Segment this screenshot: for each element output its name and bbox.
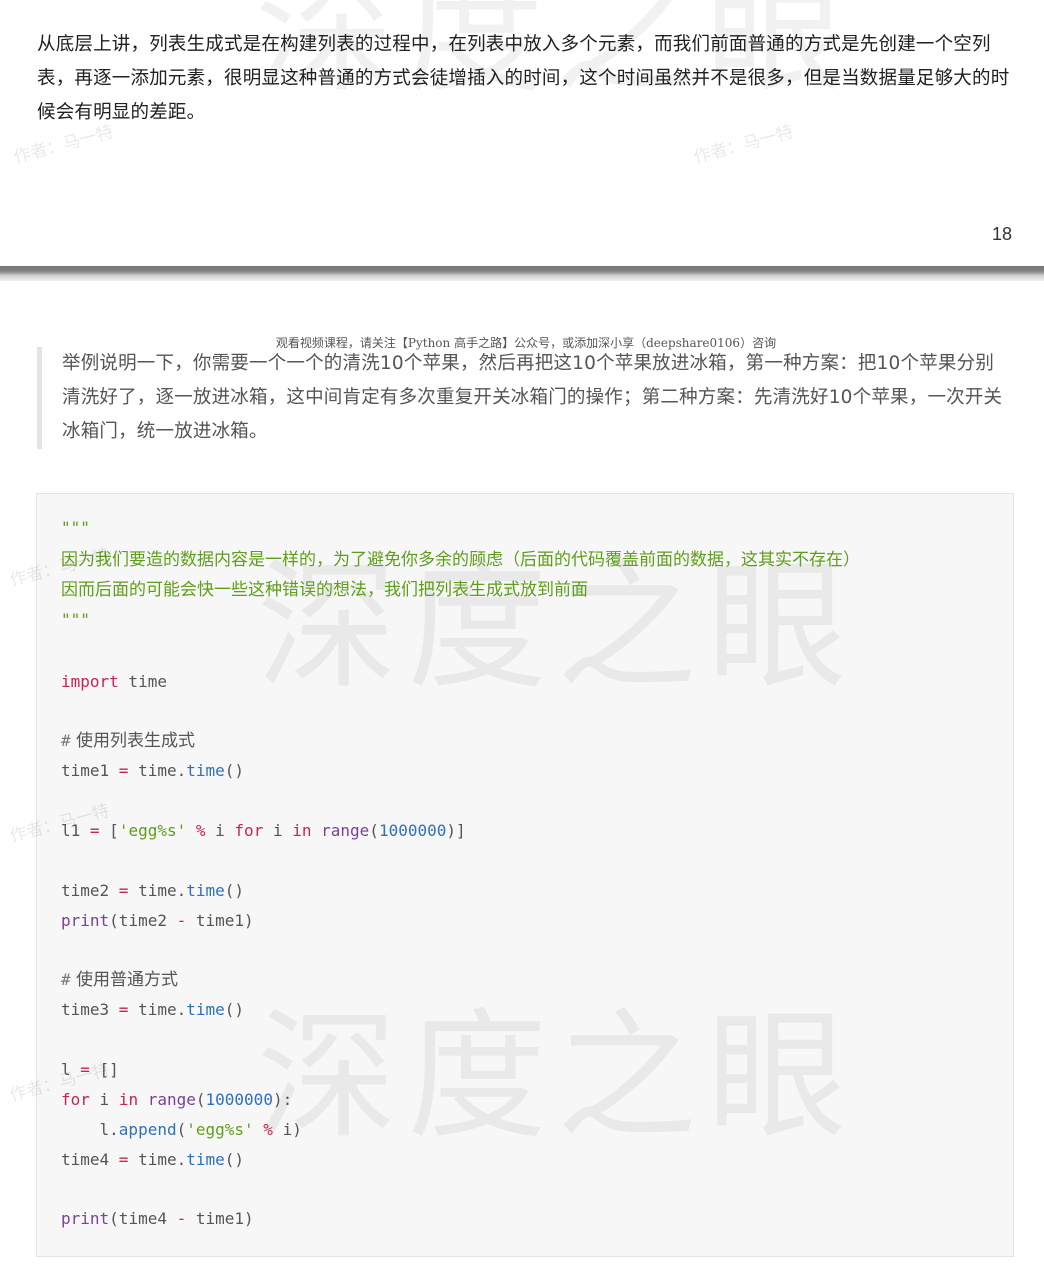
builtin: range (138, 1090, 196, 1109)
code-text: (time2 (109, 911, 177, 930)
keyword: for (234, 821, 264, 840)
code-line: time3 = time.time() (61, 995, 244, 1025)
code-text: time. (128, 761, 187, 780)
keyword: import (61, 672, 119, 691)
code-line: time1 = time.time() (61, 756, 244, 786)
code-text: i) (272, 1120, 302, 1139)
code-line: l1 = ['egg%s' % i for i in range(1000000… (61, 816, 466, 846)
code-text: time1 (61, 761, 119, 780)
code-line: """ (61, 605, 90, 635)
code-text: () (224, 761, 245, 780)
builtin: range (311, 821, 370, 840)
operator: = (118, 761, 129, 780)
code-line: l.append('egg%s' % i) (61, 1115, 302, 1145)
docstring-line: 因为我们要造的数据内容是一样的，为了避免你多余的顾虑（后面的代码覆盖前面的数据，… (61, 550, 860, 570)
operator: - (176, 1209, 187, 1228)
code-block: 深度之眼 深度之眼 """ 因为我们要造的数据内容是一样的，为了避免你多余的顾虑… (36, 493, 1014, 1257)
page-divider (0, 266, 1044, 281)
code-text: (time4 (109, 1209, 177, 1228)
code-text: ( (369, 821, 379, 840)
body-paragraph: 从底层上讲，列表生成式是在构建列表的过程中，在列表中放入多个元素，而我们前面普通… (37, 34, 1010, 123)
code-text: time2 (61, 881, 119, 900)
page-top: 深度之眼 作者：马一特 作者：马一特 从底层上讲，列表生成式是在构建列表的过程中… (0, 0, 1044, 266)
keyword: in (292, 821, 312, 840)
code-text: time3 (61, 1000, 119, 1019)
operator: = (89, 821, 100, 840)
page-bottom: 观看视频课程，请关注【Python 高手之路】公众号，或添加深小享（deepsh… (0, 281, 1044, 1282)
string-literal: 'egg%s' (186, 1120, 254, 1139)
code-line: """ (61, 513, 90, 543)
docstring-open: """ (61, 518, 90, 537)
operator: = (118, 1150, 129, 1169)
code-line: l = [] (61, 1055, 119, 1085)
code-text: i (263, 821, 293, 840)
keyword: for (61, 1090, 90, 1109)
code-line: time4 = time.time() (61, 1145, 244, 1175)
function-name: time (186, 1150, 225, 1169)
code-text: ( (195, 1090, 206, 1109)
docstring-line: 因而后面的可能会快一些这种错误的想法，我们把列表生成式放到前面 (61, 580, 588, 600)
code-line: print(time2 - time1) (61, 906, 254, 936)
builtin: print (61, 911, 110, 930)
code-text: l1 (61, 821, 90, 840)
operator: - (176, 911, 187, 930)
code-text: ): (272, 1090, 293, 1109)
code-text: l (61, 1060, 81, 1079)
code-text: time4 (61, 1150, 119, 1169)
code-text: time. (128, 1150, 187, 1169)
number-literal: 1000000 (378, 821, 447, 840)
code-text: time. (128, 1000, 187, 1019)
code-text: [ (99, 821, 119, 840)
quote-text: 举例说明一下，你需要一个一个的清洗10个苹果，然后再把这10个苹果放进冰箱，第一… (62, 353, 1003, 442)
code-text: [] (89, 1060, 119, 1079)
keyword: in (118, 1090, 139, 1109)
builtin: print (61, 1209, 110, 1228)
operator: % (186, 821, 206, 840)
code-line: time2 = time.time() (61, 876, 244, 906)
code-line: import time (61, 667, 167, 697)
operator: = (118, 1000, 129, 1019)
watermark-code-2: 深度之眼 (257, 996, 858, 1159)
comment-hash: # (61, 731, 71, 750)
docstring-close: """ (61, 610, 90, 629)
function-name: append (118, 1120, 177, 1139)
function-name: time (186, 761, 225, 780)
string-literal: 'egg%s' (118, 821, 187, 840)
page-number: 18 (991, 224, 1012, 244)
code-line: print(time4 - time1) (61, 1204, 254, 1234)
code-text: () (224, 881, 245, 900)
comment-text: 使用普通方式 (70, 970, 179, 990)
code-text: time. (128, 881, 187, 900)
operator: = (118, 881, 129, 900)
code-text: i (89, 1090, 119, 1109)
code-text: time (118, 672, 167, 691)
code-text: time1) (186, 911, 254, 930)
code-line: # 使用普通方式 (61, 965, 178, 995)
function-name: time (186, 881, 225, 900)
number-literal: 1000000 (205, 1090, 273, 1109)
operator: = (80, 1060, 90, 1079)
code-text: () (224, 1000, 245, 1019)
comment-hash: # (61, 970, 71, 989)
code-line: 因为我们要造的数据内容是一样的，为了避免你多余的顾虑（后面的代码覆盖前面的数据，… (61, 545, 860, 575)
comment-text: 使用列表生成式 (70, 731, 196, 751)
code-text: time1) (186, 1209, 254, 1228)
operator: % (253, 1120, 273, 1139)
code-text: l. (61, 1120, 119, 1139)
code-line: 因而后面的可能会快一些这种错误的想法，我们把列表生成式放到前面 (61, 575, 588, 605)
code-text: )] (446, 821, 466, 840)
function-name: time (186, 1000, 225, 1019)
blockquote: 举例说明一下，你需要一个一个的清洗10个苹果，然后再把这10个苹果放进冰箱，第一… (37, 347, 1012, 449)
code-line: for i in range(1000000): (61, 1085, 292, 1115)
code-text: () (224, 1150, 245, 1169)
code-text: i (205, 821, 235, 840)
code-text: ( (176, 1120, 187, 1139)
code-line: # 使用列表生成式 (61, 726, 195, 756)
